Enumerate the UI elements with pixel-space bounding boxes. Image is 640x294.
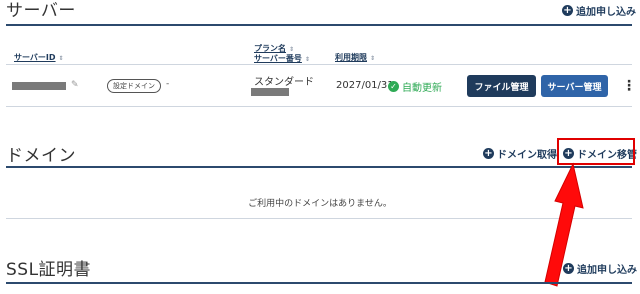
plus-icon: +: [563, 263, 574, 274]
col-expiry[interactable]: 利用期限 ⇕: [335, 52, 375, 63]
col-server-id[interactable]: サーバーID ⇕: [14, 52, 64, 63]
server-header-rule: [6, 24, 632, 26]
plan-name-value: スタンダード: [254, 77, 314, 88]
server-table-header-rule: [6, 64, 632, 65]
ssl-add-label: 追加申し込み: [577, 265, 637, 276]
col-plan-name-label: プラン名: [254, 44, 286, 53]
pencil-icon[interactable]: ✎: [71, 80, 79, 90]
masked-server-number: [251, 88, 289, 96]
server-add-link[interactable]: + 追加申し込み: [562, 3, 636, 18]
server-row-rule: [6, 106, 632, 107]
domain-setting-badge[interactable]: 設定ドメイン: [107, 79, 161, 93]
more-options-icon[interactable]: ⋮: [622, 79, 636, 93]
server-add-label: 追加申し込み: [576, 7, 636, 18]
ssl-header-rule: [6, 282, 632, 284]
col-server-number-label: サーバー番号: [254, 54, 302, 63]
server-manage-button[interactable]: サーバー管理: [541, 75, 608, 97]
check-icon: ✓: [388, 81, 399, 92]
auto-renew-status: ✓ 自動更新: [388, 79, 442, 94]
ssl-add-link[interactable]: + 追加申し込み: [563, 261, 637, 276]
expiry-date-value: 2027/01/31: [336, 80, 394, 91]
ssl-section-title: SSL証明書: [6, 260, 92, 280]
domain-acquire-link[interactable]: + ドメイン取得: [483, 146, 557, 161]
masked-server-id: [12, 82, 66, 90]
domain-setting-value: -: [166, 79, 170, 89]
auto-renew-label: 自動更新: [402, 83, 442, 94]
file-manage-button[interactable]: ファイル管理: [467, 75, 536, 97]
plus-icon: +: [562, 5, 573, 16]
col-server-id-label: サーバーID: [14, 53, 56, 62]
server-section-title: サーバー: [6, 1, 76, 21]
plus-icon: +: [483, 148, 494, 159]
domain-section-title: ドメイン: [6, 146, 76, 166]
sort-icon: ⇕: [289, 46, 295, 53]
highlight-box: [557, 138, 635, 165]
sort-icon: ⇕: [58, 55, 64, 62]
sort-icon: ⇕: [304, 56, 310, 63]
sort-icon: ⇕: [370, 55, 376, 62]
col-expiry-label: 利用期限: [335, 53, 367, 62]
domain-acquire-label: ドメイン取得: [497, 150, 557, 161]
col-server-number[interactable]: サーバー番号 ⇕: [254, 53, 310, 64]
